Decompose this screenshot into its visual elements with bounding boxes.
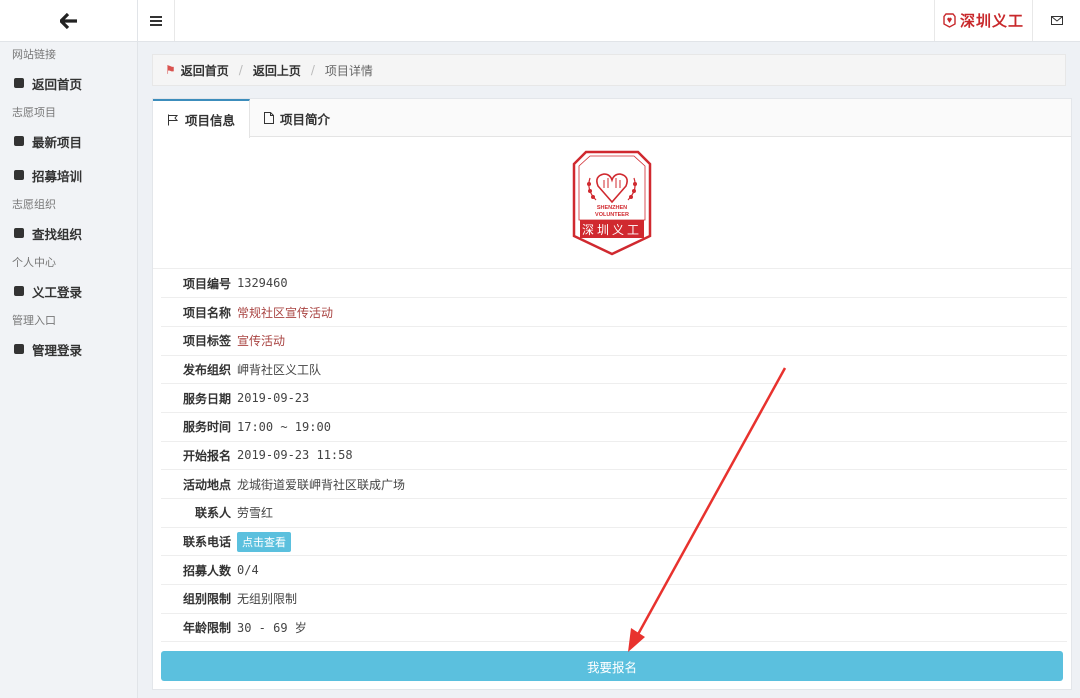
brand-text: 深圳义工 bbox=[959, 12, 1024, 30]
project-id-value: 1329460 bbox=[237, 269, 1067, 299]
topbar: 深圳义工 bbox=[138, 0, 1080, 42]
back-button[interactable] bbox=[0, 0, 137, 42]
square-icon bbox=[14, 228, 24, 238]
sidebar-item-label: 查找组织 bbox=[32, 226, 83, 242]
square-icon bbox=[14, 286, 24, 296]
table-row: 服务时间 17:00 ~ 19:00 bbox=[161, 412, 1067, 442]
main-content: ⚑ 返回首页 / 返回上页 / 项目详情 项目信息 项目简介 SHENZHEN … bbox=[138, 42, 1080, 698]
project-panel: 项目信息 项目简介 SHENZHEN VOLUNTEER 深圳义工 项目编号 1… bbox=[152, 98, 1072, 690]
square-icon bbox=[14, 344, 24, 354]
field-label: 发布组织 bbox=[161, 355, 237, 385]
field-label: 联系电话 bbox=[161, 527, 237, 557]
sidebar-item-admin-login[interactable]: 管理登录 bbox=[0, 332, 137, 366]
hamburger-icon bbox=[150, 15, 162, 26]
service-date-value: 2019-09-23 bbox=[237, 383, 1067, 413]
signup-start-value: 2019-09-23 11:58 bbox=[237, 441, 1067, 471]
service-time-value: 17:00 ~ 19:00 bbox=[237, 412, 1067, 442]
breadcrumb-current: 项目详情 bbox=[324, 63, 373, 78]
mail-icon bbox=[1050, 16, 1063, 25]
sidebar-item-login[interactable]: 义工登录 bbox=[0, 274, 137, 308]
tab-project-info[interactable]: 项目信息 bbox=[153, 99, 251, 138]
tab-label: 项目简介 bbox=[280, 111, 331, 127]
field-label: 服务日期 bbox=[161, 383, 237, 413]
field-label: 项目标签 bbox=[161, 326, 237, 356]
table-row: 发布组织 岬背社区义工队 bbox=[161, 355, 1067, 385]
square-icon bbox=[14, 170, 24, 180]
breadcrumb-separator: / bbox=[238, 63, 243, 77]
shenzhen-volunteer-logo: SHENZHEN VOLUNTEER 深圳义工 bbox=[572, 150, 652, 255]
logo-line2: VOLUNTEER bbox=[595, 212, 629, 218]
field-label: 年龄限制 bbox=[161, 613, 237, 643]
table-row: 联系人 劳雪红 bbox=[161, 498, 1067, 528]
sidebar-item-training[interactable]: 招募培训 bbox=[0, 158, 137, 192]
tab-project-intro[interactable]: 项目简介 bbox=[250, 99, 344, 137]
field-label: 开始报名 bbox=[161, 441, 237, 471]
publisher-org-value: 岬背社区义工队 bbox=[237, 355, 1067, 385]
table-row: 年龄限制 30 - 69 岁 bbox=[161, 613, 1067, 643]
tab-bar: 项目信息 项目简介 bbox=[153, 99, 1071, 138]
section-title-links: 网站链接 bbox=[12, 48, 56, 61]
project-info-table: 项目编号 1329460 项目名称 常规社区宣传活动 项目标签 宣传活动 发布组织 岬背… bbox=[161, 269, 1067, 643]
breadcrumb-prev-link[interactable]: 返回上页 bbox=[253, 62, 301, 79]
age-limit-value: 30 - 69 岁 bbox=[237, 613, 1067, 643]
brand-badge-icon bbox=[943, 13, 956, 28]
field-label: 组别限制 bbox=[161, 584, 237, 614]
brand-logo[interactable]: 深圳义工 bbox=[934, 0, 1032, 41]
field-label: 项目编号 bbox=[161, 269, 237, 299]
table-row: 开始报名 2019-09-23 11:58 bbox=[161, 441, 1067, 471]
breadcrumb-separator: / bbox=[310, 63, 315, 77]
breadcrumb-home-link[interactable]: 返回首页 bbox=[181, 62, 229, 79]
view-phone-button[interactable]: 点击查看 bbox=[237, 531, 291, 552]
sidebar-item-label: 最新项目 bbox=[32, 134, 83, 150]
project-tag-value: 宣传活动 bbox=[237, 326, 1067, 356]
sidebar-item-find-org[interactable]: 查找组织 bbox=[0, 216, 137, 250]
location-value: 龙城街道爱联岬背社区联成广场 bbox=[237, 469, 1067, 499]
section-title-projects: 志愿项目 bbox=[12, 106, 56, 119]
field-label: 联系人 bbox=[161, 498, 237, 528]
section-title-admin: 管理入口 bbox=[12, 314, 56, 327]
recruit-count-value: 0/4 bbox=[237, 555, 1067, 586]
sidebar-item-latest[interactable]: 最新项目 bbox=[0, 124, 137, 158]
sidebar-item-label: 招募培训 bbox=[32, 168, 83, 184]
field-label: 活动地点 bbox=[161, 469, 237, 499]
table-row: 服务日期 2019-09-23 bbox=[161, 383, 1067, 413]
table-row: 联系电话 点击查看 bbox=[161, 527, 1067, 557]
sidebar-item-home[interactable]: 返回首页 bbox=[0, 66, 137, 100]
field-label: 服务时间 bbox=[161, 412, 237, 442]
logo-line1: SHENZHEN bbox=[597, 205, 627, 211]
square-icon bbox=[14, 136, 24, 146]
section-title-orgs: 志愿组织 bbox=[12, 198, 56, 211]
arrow-left-icon bbox=[59, 12, 77, 29]
table-row: 招募人数 0/4 bbox=[161, 555, 1067, 586]
menu-toggle-button[interactable] bbox=[138, 0, 175, 41]
field-label: 项目名称 bbox=[161, 297, 237, 327]
logo-name: 深圳义工 bbox=[582, 223, 642, 237]
project-logo: SHENZHEN VOLUNTEER 深圳义工 bbox=[153, 137, 1071, 269]
section-title-personal: 个人中心 bbox=[12, 256, 56, 269]
flag-icon bbox=[168, 114, 179, 125]
sidebar-item-label: 义工登录 bbox=[32, 284, 83, 300]
sidebar: 网站链接 返回首页 志愿项目 最新项目 招募培训 志愿组织 查找组织 个人中心 … bbox=[0, 0, 138, 698]
file-icon bbox=[264, 112, 275, 124]
map-marker-icon: ⚑ bbox=[165, 63, 176, 77]
group-limit-value: 无组别限制 bbox=[237, 584, 1067, 614]
table-row: 项目编号 1329460 bbox=[161, 269, 1067, 299]
breadcrumb: ⚑ 返回首页 / 返回上页 / 项目详情 bbox=[152, 54, 1066, 86]
sidebar-item-label: 返回首页 bbox=[32, 76, 83, 92]
table-row: 组别限制 无组别限制 bbox=[161, 584, 1067, 614]
tab-label: 项目信息 bbox=[185, 113, 236, 128]
table-row: 项目名称 常规社区宣传活动 bbox=[161, 297, 1067, 327]
square-icon bbox=[14, 78, 24, 88]
project-name-value: 常规社区宣传活动 bbox=[237, 297, 1067, 327]
mail-button[interactable] bbox=[1032, 0, 1080, 41]
table-row: 项目标签 宣传活动 bbox=[161, 326, 1067, 356]
signup-button[interactable]: 我要报名 bbox=[161, 651, 1063, 681]
contact-person-value: 劳雪红 bbox=[237, 498, 1067, 528]
table-row: 活动地点 龙城街道爱联岬背社区联成广场 bbox=[161, 469, 1067, 499]
sidebar-item-label: 管理登录 bbox=[32, 342, 83, 358]
field-label: 招募人数 bbox=[161, 555, 237, 586]
